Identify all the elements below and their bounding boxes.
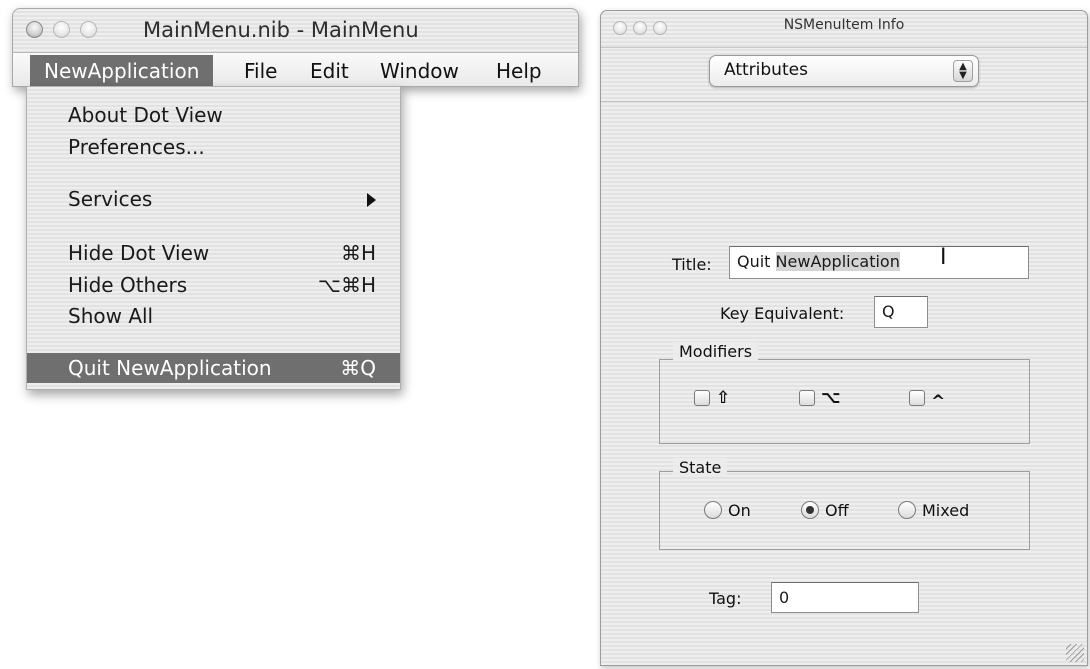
menu-edit[interactable]: Edit bbox=[310, 57, 349, 86]
tag-field[interactable]: 0 bbox=[771, 582, 919, 613]
inspector-window: NSMenuItem Info Attributes ▲ ▼ Title: Qui… bbox=[600, 10, 1088, 666]
popup-value: Attributes bbox=[724, 60, 808, 80]
menu-item-preferences[interactable]: Preferences... bbox=[27, 132, 400, 162]
control-icon: ^ bbox=[931, 392, 946, 412]
title-label: Title: bbox=[672, 255, 712, 274]
key-equivalent-field[interactable]: Q bbox=[874, 296, 928, 328]
title-field-selected-text: NewApplication bbox=[775, 252, 900, 271]
control-checkbox[interactable] bbox=[909, 390, 925, 406]
menu-help[interactable]: Help bbox=[496, 57, 542, 86]
state-on-radio[interactable] bbox=[704, 501, 722, 519]
shift-icon: ⇧ bbox=[716, 388, 731, 408]
menu-item-hide[interactable]: Hide Dot View ⌘H bbox=[27, 238, 400, 268]
menu-item-label: About Dot View bbox=[68, 103, 223, 127]
menu-item-shortcut: ⌘Q bbox=[340, 356, 376, 380]
menu-item-hide-others[interactable]: Hide Others ⌥⌘H bbox=[27, 270, 400, 300]
menu-item-shortcut: ⌘H bbox=[340, 241, 376, 265]
menu-item-label: Hide Others bbox=[68, 273, 188, 297]
nib-titlebar[interactable]: MainMenu.nib - MainMenu bbox=[13, 9, 578, 49]
shift-checkbox[interactable] bbox=[694, 390, 710, 406]
zoom-button[interactable] bbox=[80, 21, 97, 38]
close-button[interactable] bbox=[26, 21, 43, 38]
inspector-title: NSMenuItem Info bbox=[783, 17, 905, 33]
state-mixed-label: Mixed bbox=[922, 501, 970, 520]
ibeam-cursor-icon: I bbox=[940, 245, 947, 270]
inspector-pane-popup[interactable]: Attributes ▲ ▼ bbox=[709, 55, 979, 87]
window-title: MainMenu.nib - MainMenu bbox=[143, 18, 419, 42]
tag-label: Tag: bbox=[709, 589, 742, 608]
menu-newapplication[interactable]: NewApplication bbox=[30, 55, 214, 86]
minimize-button[interactable] bbox=[53, 21, 70, 38]
popup-arrows-icon: ▲ ▼ bbox=[953, 60, 973, 82]
title-field-text: Quit bbox=[737, 252, 776, 271]
menu-item-quit[interactable]: Quit NewApplication ⌘Q bbox=[27, 353, 400, 383]
key-equivalent-label: Key Equivalent: bbox=[720, 304, 845, 323]
state-on-label: On bbox=[728, 501, 751, 520]
menu-item-label: Show All bbox=[68, 304, 154, 328]
option-icon: ⌥ bbox=[821, 388, 841, 408]
menu-item-services[interactable]: Services bbox=[27, 184, 400, 214]
resize-grip-icon[interactable] bbox=[1066, 644, 1084, 662]
nib-window: MainMenu.nib - MainMenu NewApplication F… bbox=[12, 8, 579, 87]
menu-window[interactable]: Window bbox=[380, 57, 459, 86]
application-menu-dropdown: About Dot View Preferences... Services H… bbox=[26, 86, 401, 390]
menu-item-label: Preferences... bbox=[68, 135, 205, 159]
option-checkbox[interactable] bbox=[799, 390, 815, 406]
menu-item-label: Hide Dot View bbox=[68, 241, 210, 265]
separator bbox=[601, 101, 1087, 102]
state-mixed-radio[interactable] bbox=[898, 501, 916, 519]
modifiers-title: Modifiers bbox=[673, 342, 759, 361]
state-title: State bbox=[673, 458, 728, 477]
menu-item-show-all[interactable]: Show All bbox=[27, 301, 400, 331]
state-off-label: Off bbox=[825, 501, 849, 520]
menu-item-shortcut: ⌥⌘H bbox=[317, 273, 376, 297]
title-field[interactable]: Quit NewApplication bbox=[729, 246, 1029, 279]
menu-item-about[interactable]: About Dot View bbox=[27, 100, 400, 130]
state-off-radio[interactable] bbox=[801, 501, 819, 519]
submenu-arrow-icon bbox=[367, 193, 376, 207]
inspector-titlebar[interactable]: NSMenuItem Info bbox=[601, 11, 1087, 48]
menu-file[interactable]: File bbox=[244, 57, 277, 86]
menu-item-label: Quit NewApplication bbox=[68, 356, 272, 380]
menu-item-label: Services bbox=[68, 187, 153, 211]
menu-bar: NewApplication File Edit Window Help bbox=[13, 52, 578, 86]
modifiers-group bbox=[659, 359, 1030, 444]
